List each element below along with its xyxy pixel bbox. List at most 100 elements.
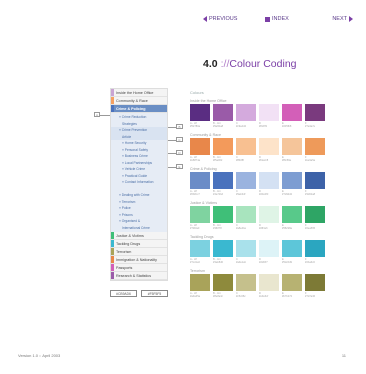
swatch-hex-label: #9ab3df: [236, 193, 246, 196]
sidebar-item[interactable]: Community & Race: [111, 97, 167, 105]
swatch-colour-box: [236, 104, 256, 121]
colour-swatch: D #d3e0f3: [259, 172, 279, 196]
colour-swatch: C #a9e1eb: [236, 240, 256, 264]
sidebar-item-label: Crime & Policing: [116, 107, 146, 111]
next-label: NEXT: [332, 16, 347, 22]
swatch-colour-box: [190, 274, 210, 291]
page-number: 11: [341, 353, 346, 358]
colour-swatch: F #ee9a5a: [305, 138, 325, 162]
swatch-hex-label: #7a3a7e: [305, 125, 316, 128]
swatch-colour-box: [236, 172, 256, 189]
sidebar-colour-bar: [111, 272, 114, 279]
swatch-colour-box: [190, 206, 210, 223]
colour-swatch: A - off #7fd3a0: [190, 206, 210, 230]
connector-line: [168, 166, 176, 168]
sidebar-item-label: Inside the Home Office: [116, 91, 154, 95]
sidebar-item[interactable]: Terrorism: [111, 248, 167, 256]
sidebar-item[interactable]: Passports: [111, 264, 167, 272]
sidebar-item[interactable]: Crime & Policing: [111, 105, 167, 113]
sidebar-item[interactable]: Research & Statistics: [111, 272, 167, 280]
previous-link[interactable]: PREVIOUS: [203, 16, 237, 22]
sidebar-item[interactable]: Inside the Home Office: [111, 89, 167, 97]
swatch-hex-label: #a8e4be: [236, 227, 247, 230]
colour-swatch: C #c9a4d4: [236, 104, 256, 128]
swatch-colour-box: [190, 240, 210, 257]
colour-swatch: D #e9e6cf: [259, 274, 279, 298]
swatch-colour-box: [305, 240, 325, 257]
index-link[interactable]: INDEX: [265, 16, 289, 22]
swatch-colour-box: [282, 274, 302, 291]
sidebar-item-label: Justice & Victims: [116, 234, 144, 238]
swatch-hex-label: #3ab8d0: [213, 261, 224, 264]
swatch-row: A - off #6b8cc7 B - tint #4a72bd C #9ab3df D #d…: [190, 172, 350, 196]
swatch-colour-box: [213, 274, 233, 291]
sidebar-item-label: Immigration & Nationality: [116, 258, 157, 262]
arrow-right-icon: [349, 16, 353, 22]
swatch-hex-label: #7d7a36: [305, 295, 316, 298]
sidebar-item[interactable]: Immigration & Nationality: [111, 256, 167, 264]
colour-swatch: B - tint #4a72bd: [213, 172, 233, 196]
swatch-colour-box: [236, 206, 256, 223]
swatch-colour-box: [259, 138, 279, 155]
colour-swatch: E #b7b272: [282, 274, 302, 298]
next-link[interactable]: NEXT: [332, 16, 353, 22]
swatch-colour-box: [213, 240, 233, 257]
swatch-colour-box: [282, 138, 302, 155]
sidebar-item[interactable]: Tackling Drugs: [111, 240, 167, 248]
connector-line: [100, 114, 110, 116]
connector-line: [168, 152, 176, 154]
swatch-hex-label: #a9a35a: [190, 295, 201, 298]
swatch-colour-box: [305, 104, 325, 121]
colour-swatch: C #a8e4be: [236, 206, 256, 230]
swatch-hex-label: #3d62a8: [305, 193, 316, 196]
colour-group: Crime & Policing A - off #6b8cc7 B - tint #4…: [190, 167, 350, 196]
swatch-colour-box: [282, 206, 302, 223]
swatch-hex-label: #2ea565: [305, 227, 316, 230]
colour-swatch: B - tint #3fbf78: [213, 206, 233, 230]
colour-swatch: F #7d7a36: [305, 274, 325, 298]
sidebar-subitem[interactable]: International Crime: [111, 225, 167, 232]
sidebar-item[interactable]: Justice & Victims: [111, 232, 167, 240]
colour-swatch: D #dff4e6: [259, 206, 279, 230]
colour-swatch: E #d35fb8: [282, 104, 302, 128]
colour-group: Inside the Home Office A - off #52780a B - …: [190, 99, 350, 128]
colour-swatch: E #f8c89e: [282, 138, 302, 162]
sidebar-item-label: Community & Race: [116, 99, 148, 103]
swatch-hex-label: #5dc6d9: [282, 261, 292, 264]
colour-swatch: C #c5c08c: [236, 274, 256, 298]
swatch-colour-box: [282, 240, 302, 257]
swatch-colour-box: [236, 274, 256, 291]
swatch-row: A - off #a9a35a B - tint #8e8a3c C #c5c08c D #e…: [190, 274, 350, 298]
colour-group: Terrorism A - off #a9a35a B - tint #8e8a3c C #…: [190, 269, 350, 298]
swatch-hex-label: #c9a4d4: [236, 125, 246, 128]
title-text: Colour Coding: [229, 58, 297, 70]
colour-swatch: A - off #6b8cc7: [190, 172, 210, 196]
swatch-colour-box: [305, 172, 325, 189]
swatch-colour-box: [305, 274, 325, 291]
annotation-marker: B: [176, 124, 183, 129]
swatch-colour-box: [236, 138, 256, 155]
swatch-colour-box: [213, 104, 233, 121]
swatch-colour-box: [259, 206, 279, 223]
swatch-hex-label: #ddf3f7: [259, 261, 268, 264]
swatch-colour-box: [190, 104, 210, 121]
swatch-hex-label: #d35fb8: [282, 125, 292, 128]
swatch-hex-label: #f8bf8f: [236, 159, 244, 162]
colour-swatch: F #3d62a8: [305, 172, 325, 196]
swatch-row: A - off #52780a B - tint #9a5ba8 C #c9a4d4 D #f…: [190, 104, 350, 128]
colour-swatch: D #ddf3f7: [259, 240, 279, 264]
colour-swatch: C #f8bf8f: [236, 138, 256, 162]
sidebar-colour-bar: [111, 240, 114, 247]
colour-swatch: F #2ea565: [305, 206, 325, 230]
top-navigation: PREVIOUS INDEX NEXT: [203, 16, 353, 26]
swatch-hex-label: #f0dff3: [259, 125, 267, 128]
swatch-hex-label: #7d9dd2: [282, 193, 293, 196]
section-number: 4.0: [203, 58, 218, 70]
sidebar-item-label: Tackling Drugs: [116, 242, 141, 246]
annotation-marker: A: [94, 112, 100, 117]
swatch-colour-box: [213, 138, 233, 155]
swatch-hex-label: #52780a: [190, 125, 201, 128]
hex-label-box: #F5F5F5: [141, 290, 168, 297]
page-title: 4.0://Colour Coding: [203, 58, 297, 70]
colour-swatch: F #2ba6c0: [305, 240, 325, 264]
